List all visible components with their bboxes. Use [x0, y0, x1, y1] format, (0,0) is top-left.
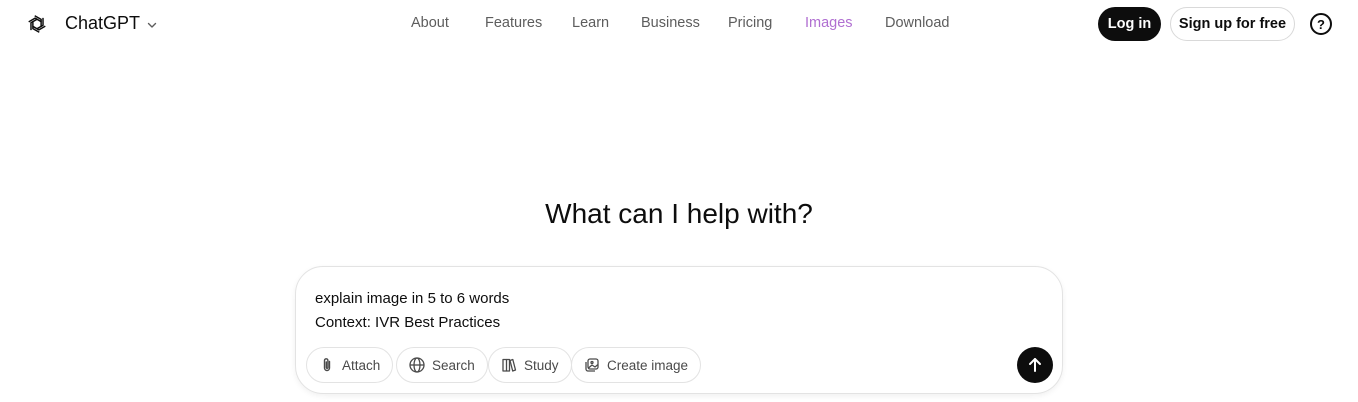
arrow-up-icon: [1029, 358, 1041, 372]
create-image-button[interactable]: Create image: [571, 347, 702, 383]
sign-up-button[interactable]: Sign up for free: [1170, 7, 1295, 41]
study-label: Study: [524, 357, 559, 373]
book-icon: [502, 358, 517, 372]
top-navigation-bar: ChatGPT About Features Learn Business Pr…: [0, 0, 1358, 48]
nav-item-about[interactable]: About: [411, 15, 449, 31]
study-button[interactable]: Study: [488, 347, 572, 383]
help-icon[interactable]: ?: [1310, 13, 1332, 35]
nav-item-download[interactable]: Download: [885, 15, 950, 31]
nav-item-business[interactable]: Business: [641, 15, 700, 31]
help-label: ?: [1317, 16, 1325, 32]
create-image-label: Create image: [607, 357, 689, 373]
log-in-button[interactable]: Log in: [1098, 7, 1161, 41]
prompt-input[interactable]: explain image in 5 to 6 words Context: I…: [315, 287, 509, 335]
search-label: Search: [432, 357, 475, 373]
nav-item-features[interactable]: Features: [485, 15, 542, 31]
globe-icon: [409, 357, 425, 373]
paperclip-icon: [323, 358, 331, 372]
attach-button[interactable]: Attach: [306, 347, 394, 383]
image-create-icon: [585, 358, 599, 372]
page-heading: What can I help with?: [545, 198, 813, 229]
nav-item-learn[interactable]: Learn: [572, 15, 609, 31]
prompt-line: explain image in 5 to 6 words: [315, 290, 510, 307]
send-button[interactable]: [1017, 347, 1053, 383]
attach-label: Attach: [342, 357, 381, 373]
search-button[interactable]: Search: [396, 347, 488, 383]
prompt-line: Context: IVR Best Practices: [315, 314, 501, 331]
nav-item-images[interactable]: Images: [805, 15, 853, 31]
prompt-composer: explain image in 5 to 6 words Context: I…: [295, 266, 1063, 394]
nav-item-pricing[interactable]: Pricing: [728, 15, 772, 31]
